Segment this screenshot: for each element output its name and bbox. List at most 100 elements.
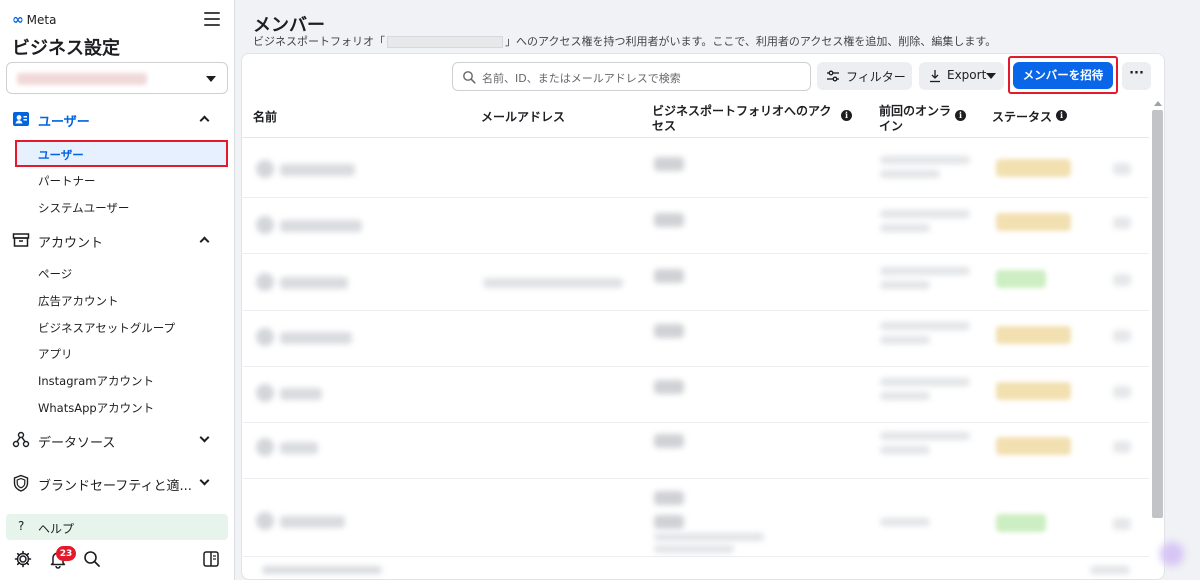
export-button[interactable]: Export xyxy=(919,62,1004,90)
last-online-redacted xyxy=(880,156,970,164)
nav-section-data-sources-label: データソース xyxy=(38,436,116,451)
row-action-redacted[interactable] xyxy=(1113,217,1131,229)
sidebar-item-help[interactable]: ? ヘルプ xyxy=(6,514,228,540)
access-count-redacted xyxy=(654,324,684,338)
avatar xyxy=(256,273,274,291)
panel-toggle-icon[interactable] xyxy=(201,549,221,569)
scrollbar-thumb[interactable] xyxy=(1152,110,1163,518)
status-badge xyxy=(996,213,1071,231)
page-description: ビジネスポートフォリオ「 」へのアクセス権を持つ利用者がいます。ここで、利用者のア… xyxy=(253,33,996,49)
row-action-redacted xyxy=(1090,566,1130,574)
row-action-redacted[interactable] xyxy=(1113,441,1131,453)
last-online-redacted xyxy=(880,322,970,330)
last-online-redacted xyxy=(880,170,940,178)
users-icon xyxy=(13,112,29,126)
portfolio-name-redacted xyxy=(17,73,147,85)
filter-button[interactable]: フィルター xyxy=(817,62,912,90)
search-placeholder: 名前、ID、またはメールアドレスで検索 xyxy=(482,72,681,85)
nav-section-accounts[interactable]: アカウント xyxy=(0,227,235,253)
table-row[interactable] xyxy=(262,566,382,574)
table-header-divider xyxy=(241,137,1149,138)
invite-member-button[interactable]: メンバーを招待 xyxy=(1013,62,1113,89)
nav-section-users[interactable]: ユーザー xyxy=(0,106,235,132)
table-row[interactable] xyxy=(280,220,362,232)
search-icon[interactable] xyxy=(82,549,102,569)
column-header-name[interactable]: 名前 xyxy=(253,110,277,125)
notification-count-badge: 23 xyxy=(56,546,76,561)
column-header-status[interactable]: ステータス xyxy=(992,110,1052,125)
row-action-redacted[interactable] xyxy=(1113,386,1131,398)
status-badge xyxy=(996,514,1046,532)
table-row[interactable] xyxy=(280,388,322,400)
sidebar: ∞ Meta ビジネス設定 ユーザー ユーザー パートナー システムユーザー ア… xyxy=(0,0,235,580)
column-header-email[interactable]: メールアドレス xyxy=(481,110,565,125)
sidebar-item-ad-accounts[interactable]: 広告アカウント xyxy=(38,293,119,309)
sidebar-item-partners[interactable]: パートナー xyxy=(38,173,96,189)
scroll-up-icon[interactable] xyxy=(1154,101,1162,106)
info-icon[interactable]: i xyxy=(841,110,852,121)
access-detail-redacted xyxy=(654,533,764,541)
chevron-down-icon xyxy=(986,73,996,79)
nav-section-brand-safety-label: ブランドセーフティと適... xyxy=(38,479,192,494)
status-badge xyxy=(996,270,1046,288)
table-row[interactable] xyxy=(280,277,348,289)
meta-infinity-icon: ∞ xyxy=(12,12,24,28)
row-divider xyxy=(241,422,1149,423)
sidebar-item-system-users[interactable]: システムユーザー xyxy=(38,200,129,216)
nav-section-accounts-label: アカウント xyxy=(38,236,104,251)
row-divider xyxy=(241,556,1149,557)
avatar xyxy=(256,216,274,234)
last-online-redacted xyxy=(880,336,930,344)
chevron-down-icon xyxy=(199,475,210,486)
shield-icon xyxy=(13,474,29,492)
sidebar-item-instagram-accounts[interactable]: Instagramアカウント xyxy=(38,373,154,389)
meta-logo[interactable]: ∞ Meta xyxy=(12,12,56,28)
page-description-suffix: 」へのアクセス権を持つ利用者がいます。ここで、利用者のアクセス権を追加、削除、編… xyxy=(505,35,997,48)
assistant-bubble[interactable] xyxy=(1160,542,1184,566)
column-header-last-online[interactable]: 前回のオンライン xyxy=(879,104,951,134)
member-search-input[interactable]: 名前、ID、またはメールアドレスで検索 xyxy=(452,62,811,91)
sidebar-item-apps[interactable]: アプリ xyxy=(38,346,73,362)
row-action-redacted[interactable] xyxy=(1113,518,1131,530)
business-settings-title: ビジネス設定 xyxy=(12,38,120,59)
last-online-redacted xyxy=(880,378,970,386)
access-detail-redacted xyxy=(654,545,734,553)
table-row[interactable] xyxy=(280,332,352,344)
nav-section-users-label: ユーザー xyxy=(38,115,90,130)
avatar xyxy=(256,512,274,530)
access-count-redacted xyxy=(654,157,684,171)
gear-icon[interactable] xyxy=(13,549,33,569)
last-online-redacted xyxy=(880,432,970,440)
status-badge xyxy=(996,326,1071,344)
business-portfolio-select[interactable] xyxy=(6,62,228,94)
table-row[interactable] xyxy=(280,164,355,176)
row-action-redacted[interactable] xyxy=(1113,163,1131,175)
row-action-redacted[interactable] xyxy=(1113,274,1131,286)
filter-button-label: フィルター xyxy=(846,70,906,84)
last-online-redacted xyxy=(880,518,930,526)
access-count-redacted xyxy=(654,269,684,283)
row-divider xyxy=(241,366,1149,367)
meta-logo-text: Meta xyxy=(26,13,57,27)
row-action-redacted[interactable] xyxy=(1113,330,1131,342)
table-row[interactable] xyxy=(280,516,345,528)
sidebar-item-pages[interactable]: ページ xyxy=(38,266,72,282)
sidebar-item-users[interactable]: ユーザー xyxy=(15,140,228,167)
sidebar-item-asset-groups[interactable]: ビジネスアセットグループ xyxy=(38,320,175,336)
nav-section-data-sources[interactable]: データソース xyxy=(0,427,235,453)
more-options-button[interactable]: ··· xyxy=(1122,62,1151,90)
last-online-redacted xyxy=(880,210,970,218)
chevron-up-icon xyxy=(199,115,210,126)
info-icon[interactable]: i xyxy=(955,110,966,121)
sidebar-item-whatsapp-accounts[interactable]: WhatsAppアカウント xyxy=(38,400,154,416)
chevron-up-icon xyxy=(199,236,210,247)
menu-icon[interactable] xyxy=(204,12,220,26)
table-row[interactable] xyxy=(280,442,318,454)
info-icon[interactable]: i xyxy=(1056,110,1067,121)
column-header-portfolio-access[interactable]: ビジネスポートフォリオへのアクセス xyxy=(652,104,837,134)
last-online-redacted xyxy=(880,446,930,454)
export-button-label: Export xyxy=(947,68,987,82)
nav-section-brand-safety[interactable]: ブランドセーフティと適... xyxy=(0,470,235,496)
last-online-redacted xyxy=(880,224,930,232)
last-online-redacted xyxy=(880,281,930,289)
